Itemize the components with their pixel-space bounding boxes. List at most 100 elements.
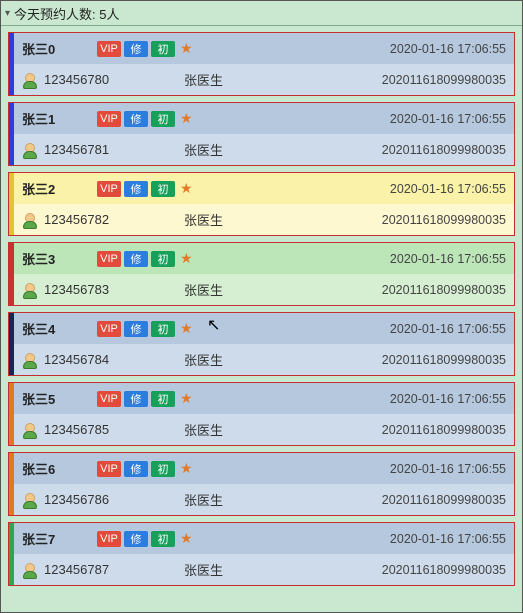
person-icon bbox=[22, 283, 36, 297]
panel-header[interactable]: ▾ 今天预约人数: 5人 bbox=[1, 1, 522, 26]
appointment-card[interactable]: 张三1VIP修初★2020-01-16 17:06:55123456781张医生… bbox=[8, 102, 515, 166]
card-header-row: 张三5VIP修初★2020-01-16 17:06:55 bbox=[14, 383, 514, 414]
patient-name: 张三3 bbox=[22, 249, 77, 268]
phone-number: 123456782 bbox=[44, 212, 159, 227]
vip-badge: VIP bbox=[97, 461, 121, 477]
collapse-icon[interactable]: ▾ bbox=[5, 8, 10, 19]
card-header-row: 张三7VIP修初★2020-01-16 17:06:55 bbox=[14, 523, 514, 554]
order-number: 202011618099980035 bbox=[382, 143, 506, 157]
phone-number: 123456781 bbox=[44, 142, 159, 157]
xiu-badge: 修 bbox=[124, 251, 148, 267]
person-icon bbox=[22, 73, 36, 87]
card-detail-row: 123456784 张医生 202011618099980035 bbox=[14, 344, 514, 375]
doctor-name: 张医生 bbox=[184, 350, 223, 369]
card-detail-row: 123456780 张医生 202011618099980035 bbox=[14, 64, 514, 95]
person-icon bbox=[22, 493, 36, 507]
star-icon: ★ bbox=[180, 110, 193, 127]
star-icon: ★ bbox=[180, 250, 193, 267]
doctor-name: 张医生 bbox=[184, 70, 223, 89]
vip-badge: VIP bbox=[97, 41, 121, 57]
card-detail-row: 123456787张医生202011618099980035 bbox=[14, 554, 514, 585]
phone-number: 123456780 bbox=[44, 72, 159, 87]
appointment-card[interactable]: 张三0VIP修初★2020-01-16 17:06:55123456780张医生… bbox=[8, 32, 515, 96]
phone-number: 123456785 bbox=[44, 422, 159, 437]
chu-badge: 初 bbox=[151, 461, 175, 477]
doctor-name: 张医生 bbox=[184, 420, 223, 439]
card-header-row: 张三0VIP修初★2020-01-16 17:06:55 bbox=[14, 33, 514, 64]
star-icon: ★ bbox=[180, 180, 193, 197]
card-header-row: 张三6 VIP修初★ 2020-01-16 17:06:55 bbox=[14, 453, 514, 484]
patient-name: 张三4 bbox=[22, 319, 77, 338]
badge-group: VIP修初★ bbox=[97, 530, 193, 547]
person-icon bbox=[22, 213, 36, 227]
card-detail-row: 123456783张医生202011618099980035 bbox=[14, 274, 514, 305]
chu-badge: 初 bbox=[151, 391, 175, 407]
timestamp: 2020-01-16 17:06:55 bbox=[390, 462, 506, 476]
doctor-name: 张医生 bbox=[184, 140, 223, 159]
timestamp: 2020-01-16 17:06:55 bbox=[390, 322, 506, 336]
xiu-badge: 修 bbox=[124, 181, 148, 197]
person-icon bbox=[22, 143, 36, 157]
card-header-row: 张三2 VIP修初 ★ 2020-01-16 17:06:55 bbox=[14, 173, 514, 204]
timestamp: 2020-01-16 17:06:55 bbox=[390, 532, 506, 546]
chu-badge: 初 bbox=[151, 111, 175, 127]
patient-name: 张三0 bbox=[22, 39, 77, 58]
person-icon bbox=[22, 563, 36, 577]
vip-badge: VIP bbox=[97, 391, 121, 407]
doctor-name: 张医生 bbox=[184, 210, 223, 229]
order-number: 202011618099980035 bbox=[382, 563, 506, 577]
xiu-badge: 修 bbox=[124, 321, 148, 337]
appointment-card[interactable]: 张三2 VIP修初 ★ 2020-01-16 17:06:55 123456782 张医生… bbox=[8, 172, 515, 236]
star-icon: ★ bbox=[180, 530, 193, 547]
phone-number: 123456784 bbox=[44, 352, 159, 367]
card-header-row: 张三1VIP修初★2020-01-16 17:06:55 bbox=[14, 103, 514, 134]
appointment-list[interactable]: 张三0VIP修初★2020-01-16 17:06:55123456780张医生… bbox=[1, 26, 522, 611]
vip-badge: VIP bbox=[97, 181, 121, 197]
person-icon bbox=[22, 353, 36, 367]
timestamp: 2020-01-16 17:06:55 bbox=[390, 252, 506, 266]
card-detail-row: 123456786张医生202011618099980035 bbox=[14, 484, 514, 515]
timestamp: 2020-01-16 17:06:55 bbox=[390, 392, 506, 406]
order-number: 202011618099980035 bbox=[382, 73, 506, 87]
star-icon: ★ bbox=[180, 390, 193, 407]
app-window: ▾ 今天预约人数: 5人 张三0VIP修初★2020-01-16 17:06:5… bbox=[0, 0, 523, 613]
person-icon bbox=[22, 423, 36, 437]
chu-badge: 初 bbox=[151, 531, 175, 547]
timestamp: 2020-01-16 17:06:55 bbox=[390, 112, 506, 126]
xiu-badge: 修 bbox=[124, 391, 148, 407]
appointment-card[interactable]: 张三5VIP修初★2020-01-16 17:06:55123456785张医生… bbox=[8, 382, 515, 446]
patient-name: 张三6 bbox=[22, 459, 77, 478]
patient-name: 张三2 bbox=[22, 179, 77, 198]
card-detail-row: 123456785张医生202011618099980035 bbox=[14, 414, 514, 445]
card-detail-row: 123456781 张医生 202011618099980035 bbox=[14, 134, 514, 165]
order-number: 202011618099980035 bbox=[382, 353, 506, 367]
card-header-row: 张三4VIP修初★2020-01-16 17:06:55 bbox=[14, 313, 514, 344]
timestamp: 2020-01-16 17:06:55 bbox=[390, 182, 506, 196]
appointment-card[interactable]: 张三4VIP修初★2020-01-16 17:06:55123456784张医生… bbox=[8, 312, 515, 376]
star-icon: ★ bbox=[180, 320, 193, 337]
order-number: 202011618099980035 bbox=[382, 213, 506, 227]
phone-number: 123456783 bbox=[44, 282, 159, 297]
badge-group: VIP修初 ★ bbox=[97, 390, 193, 407]
vip-badge: VIP bbox=[97, 251, 121, 267]
appointment-card[interactable]: 张三3 VIP修初 ★ 2020-01-16 17:06:55 123456783张医生… bbox=[8, 242, 515, 306]
badge-group: VIP修初 ★ bbox=[97, 40, 193, 57]
phone-number: 123456786 bbox=[44, 492, 159, 507]
doctor-name: 张医生 bbox=[184, 560, 223, 579]
badge-group: VIP修初★ bbox=[97, 110, 193, 127]
patient-name: 张三7 bbox=[22, 529, 77, 548]
badge-group: VIP修初★ bbox=[97, 460, 193, 477]
order-number: 202011618099980035 bbox=[382, 283, 506, 297]
xiu-badge: 修 bbox=[124, 41, 148, 57]
patient-name: 张三1 bbox=[22, 109, 77, 128]
xiu-badge: 修 bbox=[124, 111, 148, 127]
appointment-card[interactable]: 张三6 VIP修初★ 2020-01-16 17:06:55 123456786张医生… bbox=[8, 452, 515, 516]
star-icon: ★ bbox=[180, 40, 193, 57]
chu-badge: 初 bbox=[151, 41, 175, 57]
chu-badge: 初 bbox=[151, 251, 175, 267]
chu-badge: 初 bbox=[151, 181, 175, 197]
xiu-badge: 修 bbox=[124, 461, 148, 477]
xiu-badge: 修 bbox=[124, 531, 148, 547]
appointment-card[interactable]: 张三7VIP修初★2020-01-16 17:06:55123456787张医生… bbox=[8, 522, 515, 586]
badge-group: VIP修初 ★ bbox=[97, 180, 193, 197]
